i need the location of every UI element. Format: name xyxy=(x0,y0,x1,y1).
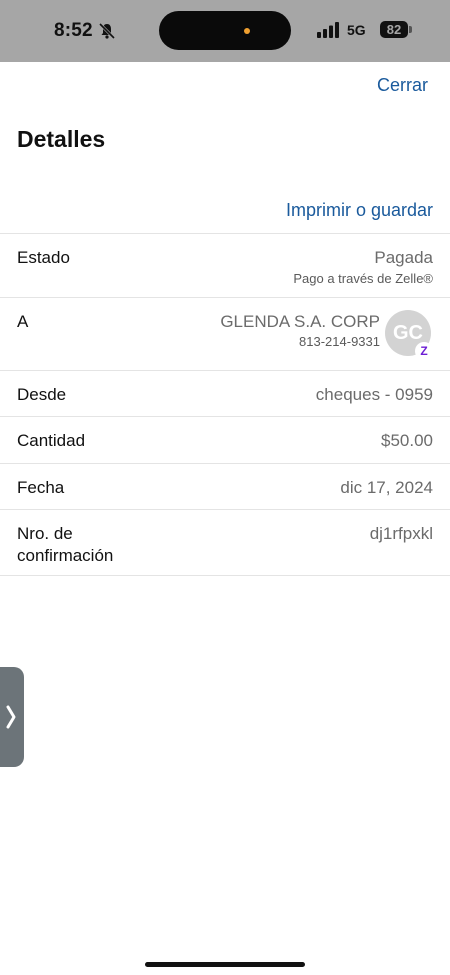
side-pull-tab[interactable] xyxy=(0,667,24,767)
close-button[interactable]: Cerrar xyxy=(377,75,428,96)
network-indicator: 5G xyxy=(347,22,366,38)
amount-row: Cantidad $50.00 xyxy=(0,416,450,463)
recipient-row: A GLENDA S.A. CORP 813-214-9331 GC Z xyxy=(0,297,450,370)
battery-icon: 82 xyxy=(380,21,408,38)
confirmation-label-line1: Nro. de xyxy=(17,524,73,543)
details-sheet: Cerrar Detalles Imprimir o guardar Estad… xyxy=(0,62,450,975)
payment-method-note: Pago a través de Zelle® xyxy=(293,271,433,286)
from-row: Desde cheques - 0959 xyxy=(0,370,450,416)
status-label: Estado xyxy=(17,248,70,267)
date-value: dic 17, 2024 xyxy=(340,478,433,497)
confirmation-label-line2: confirmación xyxy=(17,546,114,565)
print-or-save-button[interactable]: Imprimir o guardar xyxy=(286,200,433,221)
status-bar: 8:52 5G 82 xyxy=(0,0,450,62)
amount-label: Cantidad xyxy=(17,431,86,450)
date-row: Fecha dic 17, 2024 xyxy=(0,463,450,509)
confirmation-label: Nro. de confirmación xyxy=(17,523,113,567)
bell-slash-icon xyxy=(98,22,116,40)
confirmation-number: dj1rfpxkl xyxy=(369,524,433,543)
status-value: Pagada xyxy=(374,248,433,267)
detail-list: Estado Pagada Pago a través de Zelle® A … xyxy=(0,233,450,576)
dynamic-island xyxy=(159,11,291,50)
recipient-label: A xyxy=(17,312,29,331)
date-label: Fecha xyxy=(17,478,65,497)
battery-tip xyxy=(409,26,412,33)
privacy-indicator-dot xyxy=(244,28,250,34)
signal-icon xyxy=(317,22,339,38)
amount-value: $50.00 xyxy=(381,431,433,450)
from-account-value: cheques - 0959 xyxy=(315,385,433,404)
status-row: Estado Pagada Pago a través de Zelle® xyxy=(0,233,450,297)
page-title: Detalles xyxy=(17,126,106,152)
zelle-icon: Z xyxy=(415,342,433,360)
home-indicator[interactable] xyxy=(145,962,305,967)
from-label: Desde xyxy=(17,385,67,404)
confirmation-row: Nro. de confirmación dj1rfpxkl xyxy=(0,509,450,576)
chevron-right-icon xyxy=(6,705,16,729)
status-time: 8:52 xyxy=(54,20,93,41)
recipient-name: GLENDA S.A. CORP xyxy=(220,312,380,331)
recipient-phone: 813-214-9331 xyxy=(299,334,380,349)
